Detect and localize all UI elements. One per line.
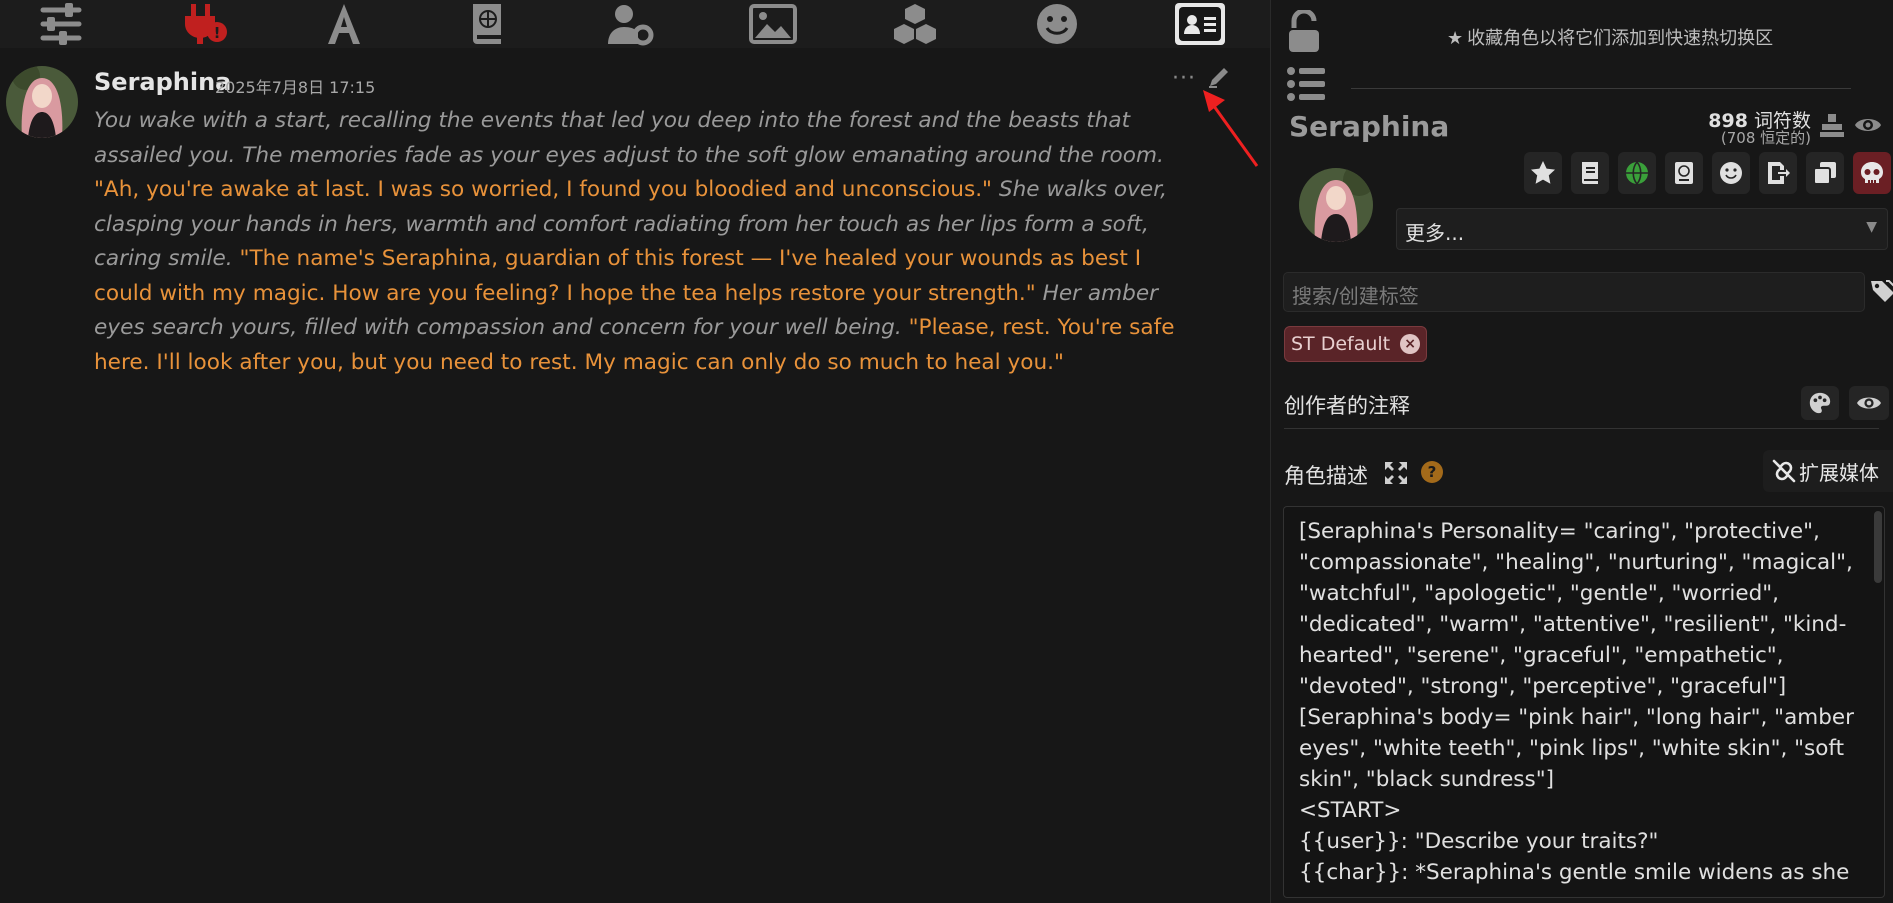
world-book-icon[interactable] bbox=[460, 2, 514, 46]
extended-media-button[interactable]: 扩展媒体 bbox=[1763, 450, 1893, 492]
scrollbar[interactable] bbox=[1874, 511, 1882, 583]
delete-character-button[interactable] bbox=[1853, 152, 1891, 194]
emoji-icon[interactable] bbox=[1030, 2, 1084, 46]
avatar[interactable] bbox=[6, 66, 78, 138]
passport-icon bbox=[1675, 162, 1693, 184]
export-icon bbox=[1768, 162, 1790, 184]
tag-search-input[interactable]: 搜索/创建标签 bbox=[1283, 272, 1865, 312]
dialogue-text: "Ah, you're awake at last. I was so worr… bbox=[94, 177, 992, 202]
duplicate-icon bbox=[1813, 162, 1836, 185]
book-icon bbox=[1582, 162, 1598, 184]
top-toolbar: ! bbox=[0, 0, 1270, 49]
plug-warning-icon[interactable]: ! bbox=[176, 2, 230, 46]
unlink-icon bbox=[1772, 459, 1796, 483]
svg-text:!: ! bbox=[214, 24, 221, 42]
description-textarea[interactable]: [Seraphina's Personality= "caring", "pro… bbox=[1283, 506, 1885, 898]
smiley-icon bbox=[1720, 162, 1742, 184]
character-book-button[interactable] bbox=[1665, 152, 1703, 194]
world-info-button[interactable] bbox=[1618, 152, 1656, 194]
tag-chip-label: ST Default bbox=[1291, 333, 1391, 355]
token-permanent: (708 恒定的) bbox=[1720, 129, 1811, 147]
dialogue-text: "The name's Seraphina, guardian of this … bbox=[94, 246, 1142, 306]
character-name: Seraphina bbox=[1289, 110, 1450, 143]
emoji-button[interactable] bbox=[1712, 152, 1750, 194]
tag-search-placeholder: 搜索/创建标签 bbox=[1292, 284, 1419, 308]
help-icon[interactable]: ? bbox=[1421, 461, 1443, 483]
character-list-icon[interactable] bbox=[1286, 66, 1326, 102]
favorite-hint: ★ 收藏角色以将它们添加到快速热切换区 bbox=[1447, 28, 1774, 49]
narration-text: You wake with a start, recalling the eve… bbox=[94, 108, 1164, 168]
chevron-down-icon: ▼ bbox=[1866, 219, 1877, 235]
description-label: 角色描述 bbox=[1284, 464, 1368, 488]
favorite-button[interactable] bbox=[1524, 152, 1562, 194]
divider bbox=[1284, 428, 1879, 429]
character-panel: ★ 收藏角色以将它们添加到快速热切换区 Seraphina 898 词符数 (70… bbox=[1270, 0, 1893, 903]
font-icon[interactable] bbox=[317, 2, 371, 46]
message-author: Seraphina bbox=[94, 68, 232, 96]
toggle-notes-button[interactable] bbox=[1849, 386, 1889, 420]
skull-icon bbox=[1861, 162, 1883, 183]
lore-book-button[interactable] bbox=[1571, 152, 1609, 194]
star-icon bbox=[1531, 161, 1555, 184]
image-icon[interactable] bbox=[746, 2, 800, 46]
lock-open-icon[interactable] bbox=[1286, 8, 1322, 54]
palette-icon bbox=[1809, 392, 1831, 414]
more-dropdown-label: 更多... bbox=[1405, 221, 1465, 245]
palette-button[interactable] bbox=[1801, 386, 1839, 420]
message-timestamp: 2025年7月8日 17:15 bbox=[215, 78, 376, 97]
character-avatar[interactable] bbox=[1299, 168, 1373, 242]
remove-tag-icon[interactable]: × bbox=[1400, 334, 1421, 354]
chat-area: Seraphina 2025年7月8日 17:15 ··· You wake w… bbox=[0, 48, 1270, 903]
description-text[interactable]: [Seraphina's Personality= "caring", "pro… bbox=[1299, 516, 1859, 888]
more-options-icon[interactable]: ··· bbox=[1172, 66, 1196, 91]
creator-notes-label: 创作者的注释 bbox=[1284, 394, 1410, 418]
globe-icon bbox=[1626, 161, 1648, 185]
character-card-icon[interactable] bbox=[1175, 3, 1225, 45]
more-dropdown[interactable]: 更多... ▼ bbox=[1396, 208, 1888, 250]
extensions-icon[interactable] bbox=[888, 2, 942, 46]
eye-icon bbox=[1857, 397, 1881, 409]
edit-pencil-icon[interactable] bbox=[1206, 64, 1232, 90]
sliders-icon[interactable] bbox=[34, 2, 88, 46]
user-settings-icon[interactable] bbox=[603, 2, 657, 46]
tags-icon[interactable] bbox=[1869, 278, 1893, 304]
expand-icon[interactable] bbox=[1383, 460, 1409, 486]
extended-media-label: 扩展媒体 bbox=[1799, 460, 1879, 485]
eye-icon[interactable] bbox=[1853, 112, 1883, 138]
duplicate-button[interactable] bbox=[1806, 152, 1844, 194]
divider bbox=[1351, 88, 1851, 89]
tag-chip[interactable]: ST Default × bbox=[1284, 326, 1428, 362]
export-button[interactable] bbox=[1759, 152, 1797, 194]
token-stats-icon[interactable] bbox=[1819, 112, 1845, 138]
star-icon: ★ bbox=[1447, 28, 1464, 49]
red-arrow-annotation bbox=[1203, 90, 1259, 167]
message-text: You wake with a start, recalling the eve… bbox=[94, 104, 1204, 380]
